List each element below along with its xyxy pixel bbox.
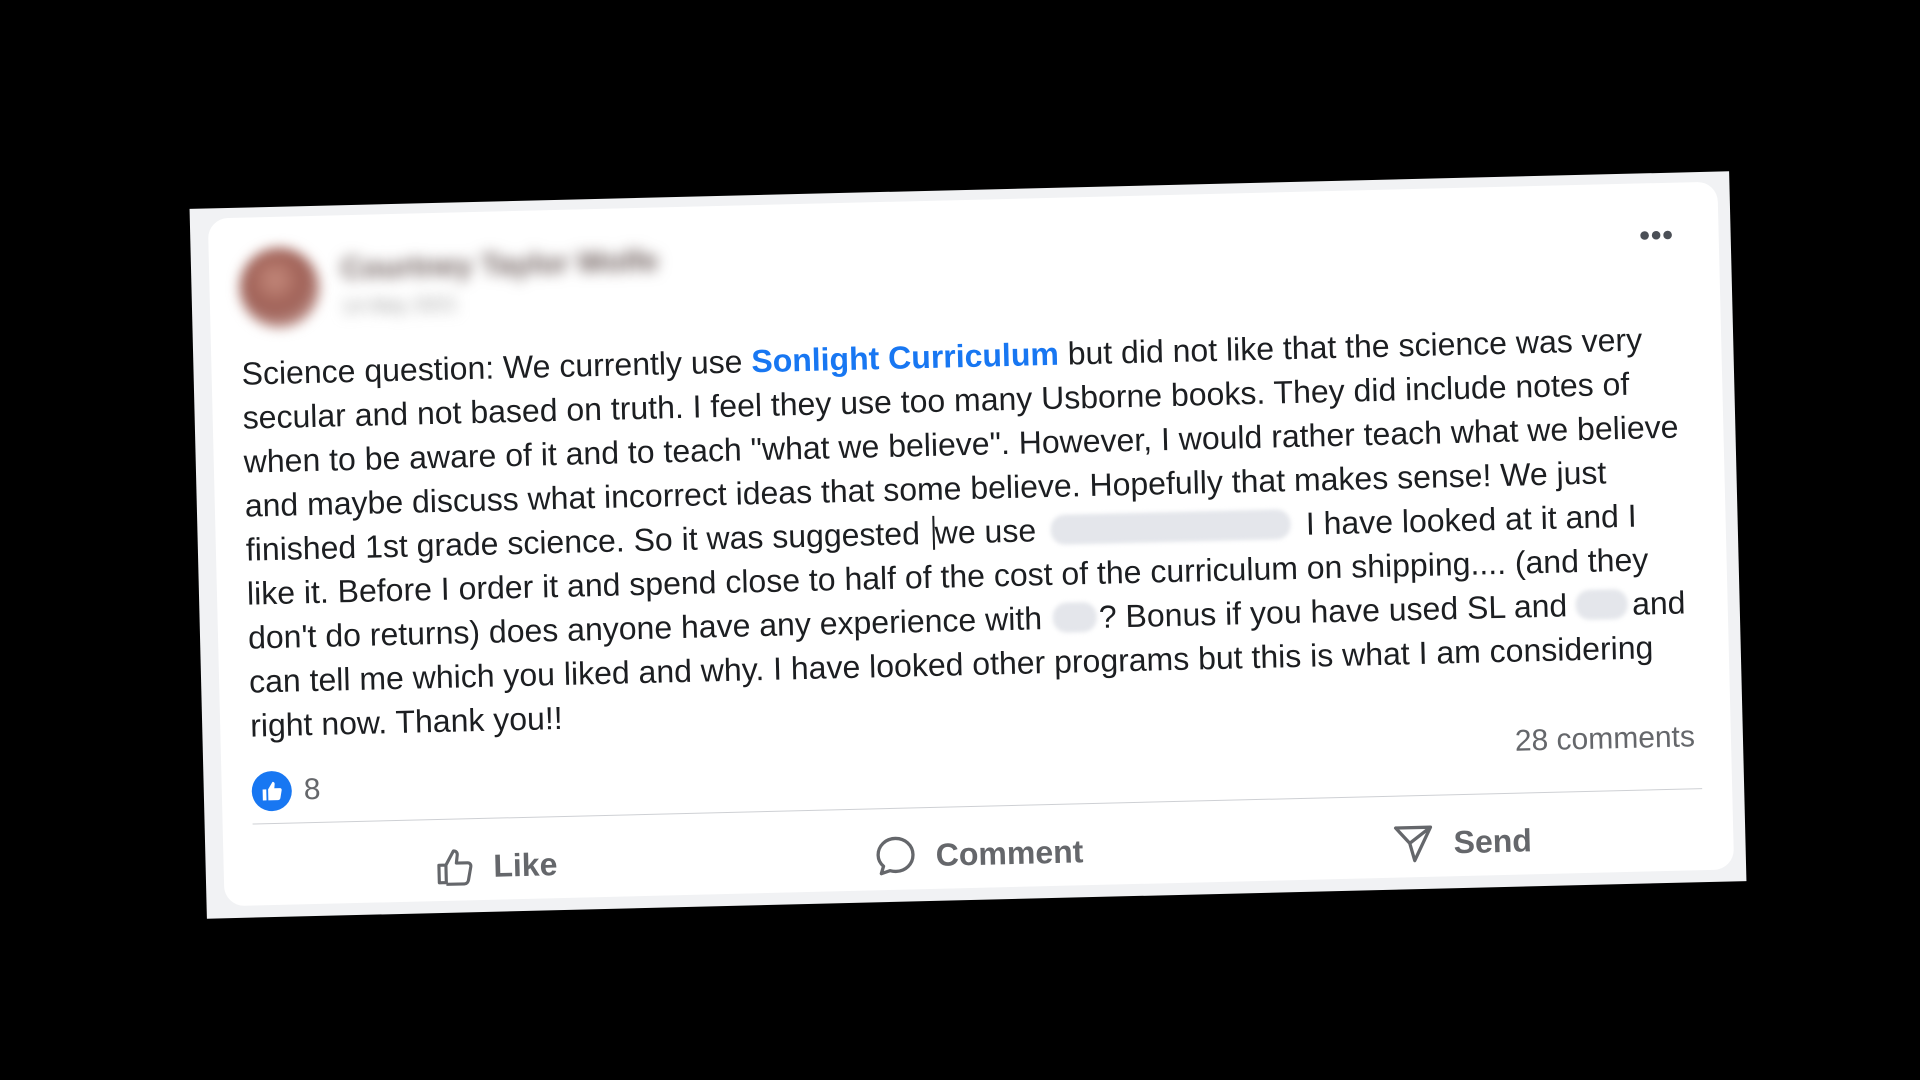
post-header: Courtney Taylor Wolfe 14 May 2021 <box>238 208 1690 333</box>
redacted-curriculum-name <box>1050 509 1292 545</box>
post-body: Science question: We currently use Sonli… <box>241 317 1690 748</box>
more-options-button[interactable]: ••• <box>1628 218 1685 253</box>
author-name[interactable]: Courtney Taylor Wolfe <box>341 243 659 287</box>
post-card: Courtney Taylor Wolfe 14 May 2021 ••• Sc… <box>207 181 1735 907</box>
author-meta: Courtney Taylor Wolfe 14 May 2021 <box>341 243 660 321</box>
comment-icon <box>876 836 915 876</box>
comment-label: Comment <box>935 832 1084 873</box>
post-text-intro: Science question: We currently use <box>241 343 752 392</box>
comments-count-link[interactable]: 28 comments <box>1514 720 1695 758</box>
more-horizontal-icon: ••• <box>1638 218 1675 253</box>
send-icon <box>1394 825 1433 863</box>
like-button[interactable]: Like <box>253 839 737 893</box>
redacted-curriculum-abbr <box>1052 601 1098 633</box>
post-screenshot: Courtney Taylor Wolfe 14 May 2021 ••• Sc… <box>189 171 1747 919</box>
post-text-part2: we use <box>934 512 1046 551</box>
like-label: Like <box>492 845 558 884</box>
send-button[interactable]: Send <box>1220 814 1704 870</box>
reaction-count[interactable]: 8 <box>303 773 321 807</box>
sonlight-curriculum-link[interactable]: Sonlight Curriculum <box>751 336 1059 380</box>
post-text-part4: ? Bonus if you have used SL and <box>1098 587 1577 635</box>
screenshot-backdrop: Courtney Taylor Wolfe 14 May 2021 ••• Sc… <box>0 0 1920 1080</box>
send-label: Send <box>1453 821 1533 860</box>
thumbs-up-icon[interactable] <box>251 770 293 812</box>
author-avatar[interactable] <box>238 246 321 329</box>
redacted-curriculum-abbr-2 <box>1575 588 1629 621</box>
post-timestamp[interactable]: 14 May 2021 <box>342 285 660 321</box>
like-icon <box>436 849 473 886</box>
comment-button[interactable]: Comment <box>736 826 1220 882</box>
